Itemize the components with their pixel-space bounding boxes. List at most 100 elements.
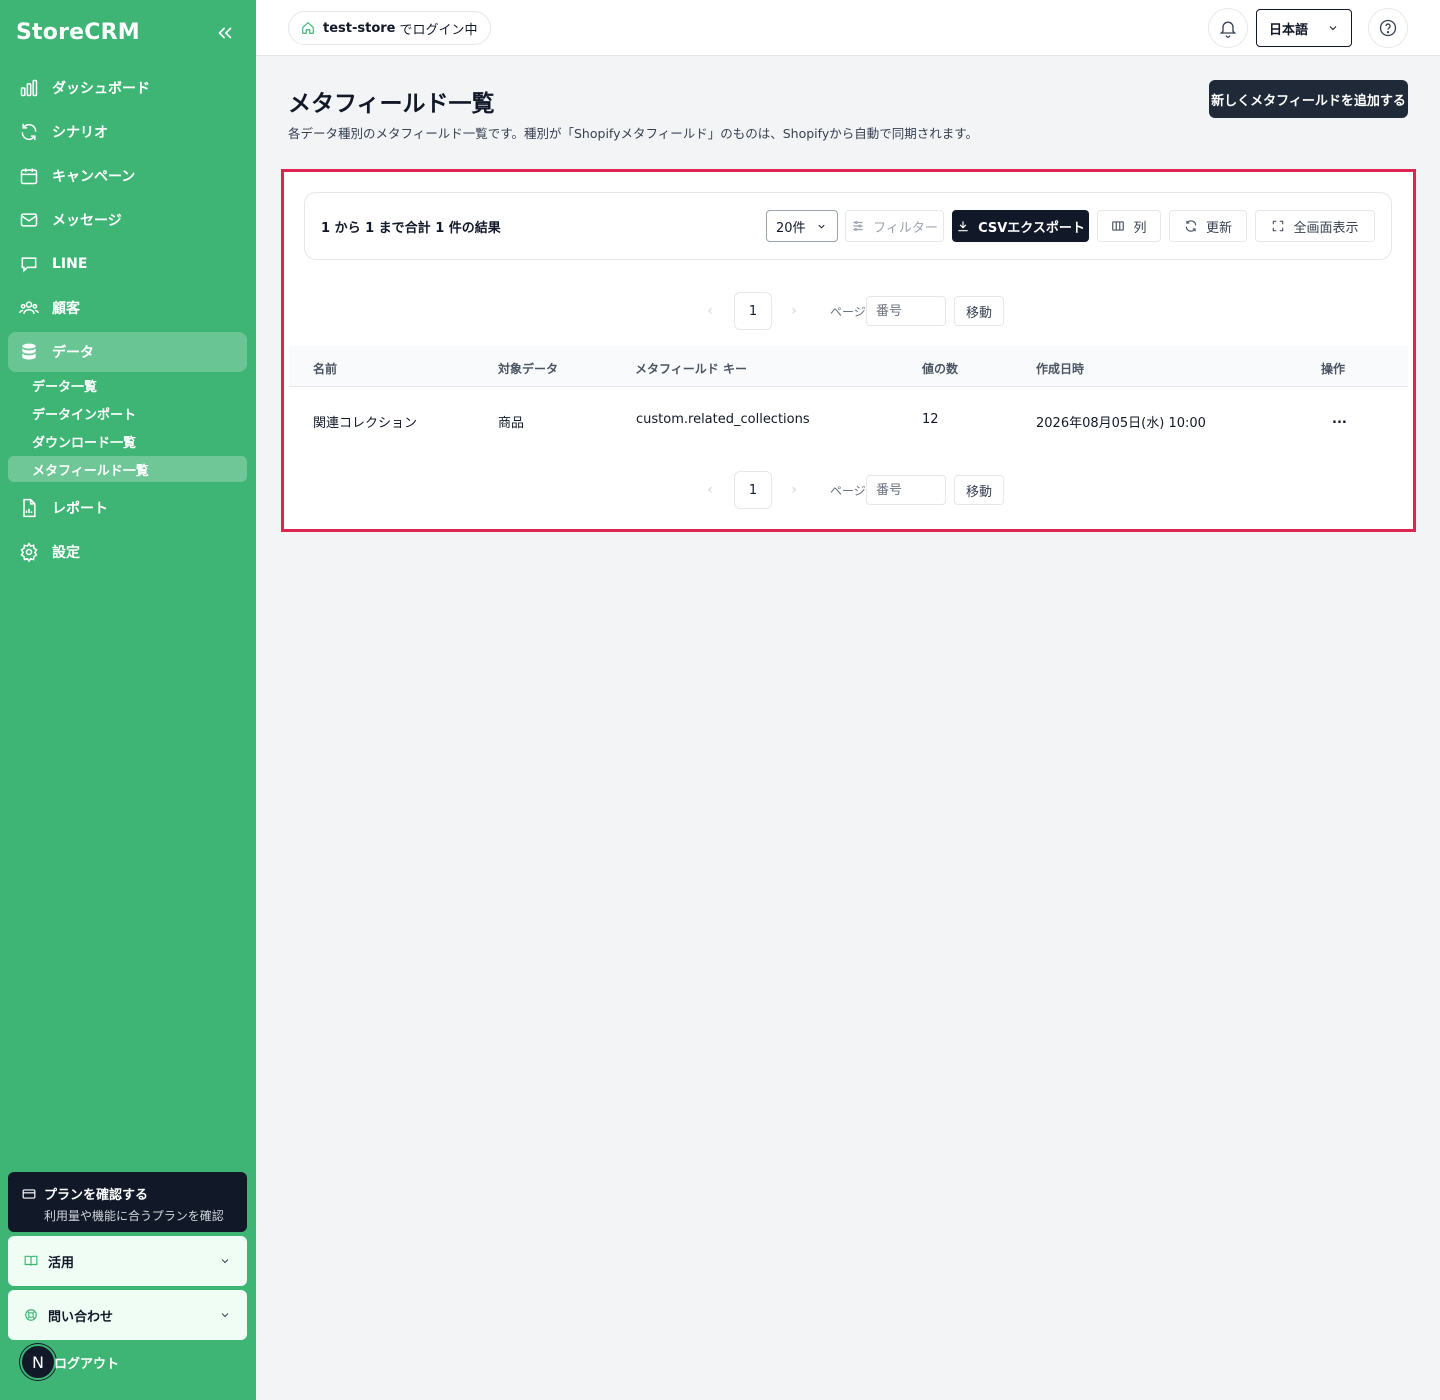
per-page-select[interactable]: 20件	[766, 210, 838, 242]
column-header-actions: 操作	[1321, 362, 1346, 376]
filter-label: フィルター	[873, 220, 938, 236]
column-header-name[interactable]: 名前	[313, 360, 337, 377]
sidebar-item-label: ダッシュボード	[52, 81, 150, 97]
sidebar-item-label: シナリオ	[52, 125, 108, 141]
expand-icon	[1273, 220, 1284, 232]
columns-icon	[1112, 221, 1125, 231]
sidebar-item-campaign[interactable]: キャンペーン	[8, 156, 247, 196]
sidebar-item-report[interactable]: レポート	[8, 488, 247, 528]
bell-icon	[1219, 21, 1237, 38]
plan-card-subtitle: 利用量や機能に合うプランを確認	[44, 1209, 224, 1223]
sidebar-item-customers[interactable]: 顧客	[8, 288, 247, 328]
sidebar-subitem-download-list[interactable]: ダウンロード一覧	[8, 428, 247, 454]
page-number-input[interactable]	[866, 296, 946, 326]
pagination-bottom: ‹ 1 › ページ 移動	[700, 471, 1020, 509]
table-toolbar: 1 から 1 まで合計 1 件の結果 20件 フィルター CSVエクスポート 列…	[304, 192, 1392, 260]
fullscreen-button[interactable]: 全画面表示	[1255, 210, 1375, 242]
csv-export-label: CSVエクスポート	[978, 220, 1085, 236]
sidebar-item-data[interactable]: データ	[8, 332, 247, 372]
sidebar-item-line[interactable]: LINE	[8, 244, 247, 284]
chevron-left-icon[interactable]: ‹	[702, 482, 718, 498]
filter-button[interactable]: フィルター	[845, 210, 944, 242]
chat-icon	[18, 253, 40, 275]
contact-accordion[interactable]: 問い合わせ	[8, 1290, 247, 1340]
sidebar-item-label: LINE	[52, 256, 88, 272]
column-header-value-count[interactable]: 値の数	[922, 360, 958, 377]
sidebar: StoreCRM ダッシュボード シナリオ キャンペーン メッセージ LINE …	[0, 0, 256, 1400]
avatar[interactable]: N	[20, 1344, 56, 1380]
plan-card[interactable]: プランを確認する 利用量や機能に合うプランを確認	[8, 1172, 247, 1232]
bar-chart-icon	[18, 77, 40, 99]
sliders-icon	[853, 221, 863, 231]
sidebar-item-label: キャンペーン	[52, 169, 136, 185]
brand-logo: StoreCRM	[16, 20, 140, 45]
columns-button[interactable]: 列	[1097, 210, 1161, 242]
refresh-icon	[1185, 220, 1197, 232]
collapse-sidebar-icon[interactable]	[214, 22, 236, 44]
csv-export-button[interactable]: CSVエクスポート	[952, 210, 1089, 242]
per-page-value: 20件	[776, 220, 806, 236]
file-chart-icon	[18, 497, 40, 519]
page-label: ページ	[830, 484, 866, 498]
language-select[interactable]: 日本語	[1256, 9, 1352, 47]
column-header-created-at[interactable]: 作成日時	[1036, 360, 1084, 377]
sidebar-subitem-metafield-list[interactable]: メタフィールド一覧	[8, 456, 247, 482]
chevron-down-icon	[221, 1259, 229, 1264]
page-number-button[interactable]: 1	[734, 471, 772, 509]
cell-target: 商品	[498, 416, 525, 431]
download-icon	[958, 221, 968, 232]
page-number-input[interactable]	[866, 475, 946, 505]
calendar-icon	[18, 165, 40, 187]
credit-card-icon	[22, 1188, 36, 1199]
cell-name: 関連コレクション	[313, 416, 418, 431]
refresh-label: 更新	[1205, 220, 1232, 236]
usage-accordion[interactable]: 活用	[8, 1236, 247, 1286]
add-metafield-button[interactable]: 新しくメタフィールドを追加する	[1209, 80, 1408, 118]
database-icon	[18, 341, 40, 363]
help-button[interactable]	[1368, 8, 1408, 48]
store-login-status: でログイン中	[399, 22, 478, 38]
sidebar-item-settings[interactable]: 設定	[8, 532, 247, 572]
chevron-down-icon	[221, 1313, 229, 1318]
home-icon	[302, 21, 314, 34]
help-icon	[1379, 19, 1397, 37]
page-go-button[interactable]: 移動	[954, 296, 1004, 326]
gear-icon	[18, 541, 40, 563]
store-name: test-store	[323, 20, 396, 36]
contact-label: 問い合わせ	[48, 1309, 114, 1325]
sidebar-item-label: 設定	[52, 545, 80, 561]
table-row[interactable]: 関連コレクション 商品 custom.related_collections 1…	[289, 388, 1408, 454]
chevron-left-icon[interactable]: ‹	[702, 303, 718, 319]
sidebar-item-message[interactable]: メッセージ	[8, 200, 247, 240]
logout-label: ログアウト	[54, 1356, 120, 1372]
sidebar-subitem-data-list[interactable]: データ一覧	[8, 372, 247, 398]
plan-card-title: プランを確認する	[44, 1188, 149, 1203]
page-title: メタフィールド一覧	[288, 91, 495, 117]
notifications-button[interactable]	[1208, 8, 1248, 48]
logout-button[interactable]: N ログアウト	[20, 1344, 119, 1380]
sidebar-item-label: データ	[52, 345, 94, 361]
column-header-key[interactable]: メタフィールド キー	[635, 360, 747, 377]
sidebar-item-label: 顧客	[52, 301, 80, 317]
mail-icon	[18, 209, 40, 231]
row-actions-menu[interactable]: ...	[1332, 412, 1347, 427]
page-label: ページ	[830, 305, 866, 319]
sidebar-item-label: レポート	[52, 501, 108, 517]
topbar: test-store でログイン中 日本語	[256, 0, 1440, 56]
sidebar-subitem-data-import[interactable]: データインポート	[8, 400, 247, 426]
cell-created-at: 2026年08月05日(水) 10:00	[1036, 416, 1206, 431]
column-header-target[interactable]: 対象データ	[498, 360, 558, 377]
page-go-button[interactable]: 移動	[954, 475, 1004, 505]
chevron-right-icon[interactable]: ›	[786, 303, 802, 319]
usage-label: 活用	[48, 1255, 75, 1271]
sidebar-item-dashboard[interactable]: ダッシュボード	[8, 68, 247, 108]
cell-value-count: 12	[922, 412, 939, 427]
refresh-button[interactable]: 更新	[1169, 210, 1247, 242]
chevron-down-icon	[1329, 26, 1337, 31]
sidebar-item-scenario[interactable]: シナリオ	[8, 112, 247, 152]
columns-label: 列	[1133, 220, 1147, 236]
store-indicator[interactable]: test-store でログイン中	[288, 11, 491, 45]
lifebuoy-icon	[25, 1309, 37, 1321]
page-number-button[interactable]: 1	[734, 292, 772, 330]
chevron-right-icon[interactable]: ›	[786, 482, 802, 498]
